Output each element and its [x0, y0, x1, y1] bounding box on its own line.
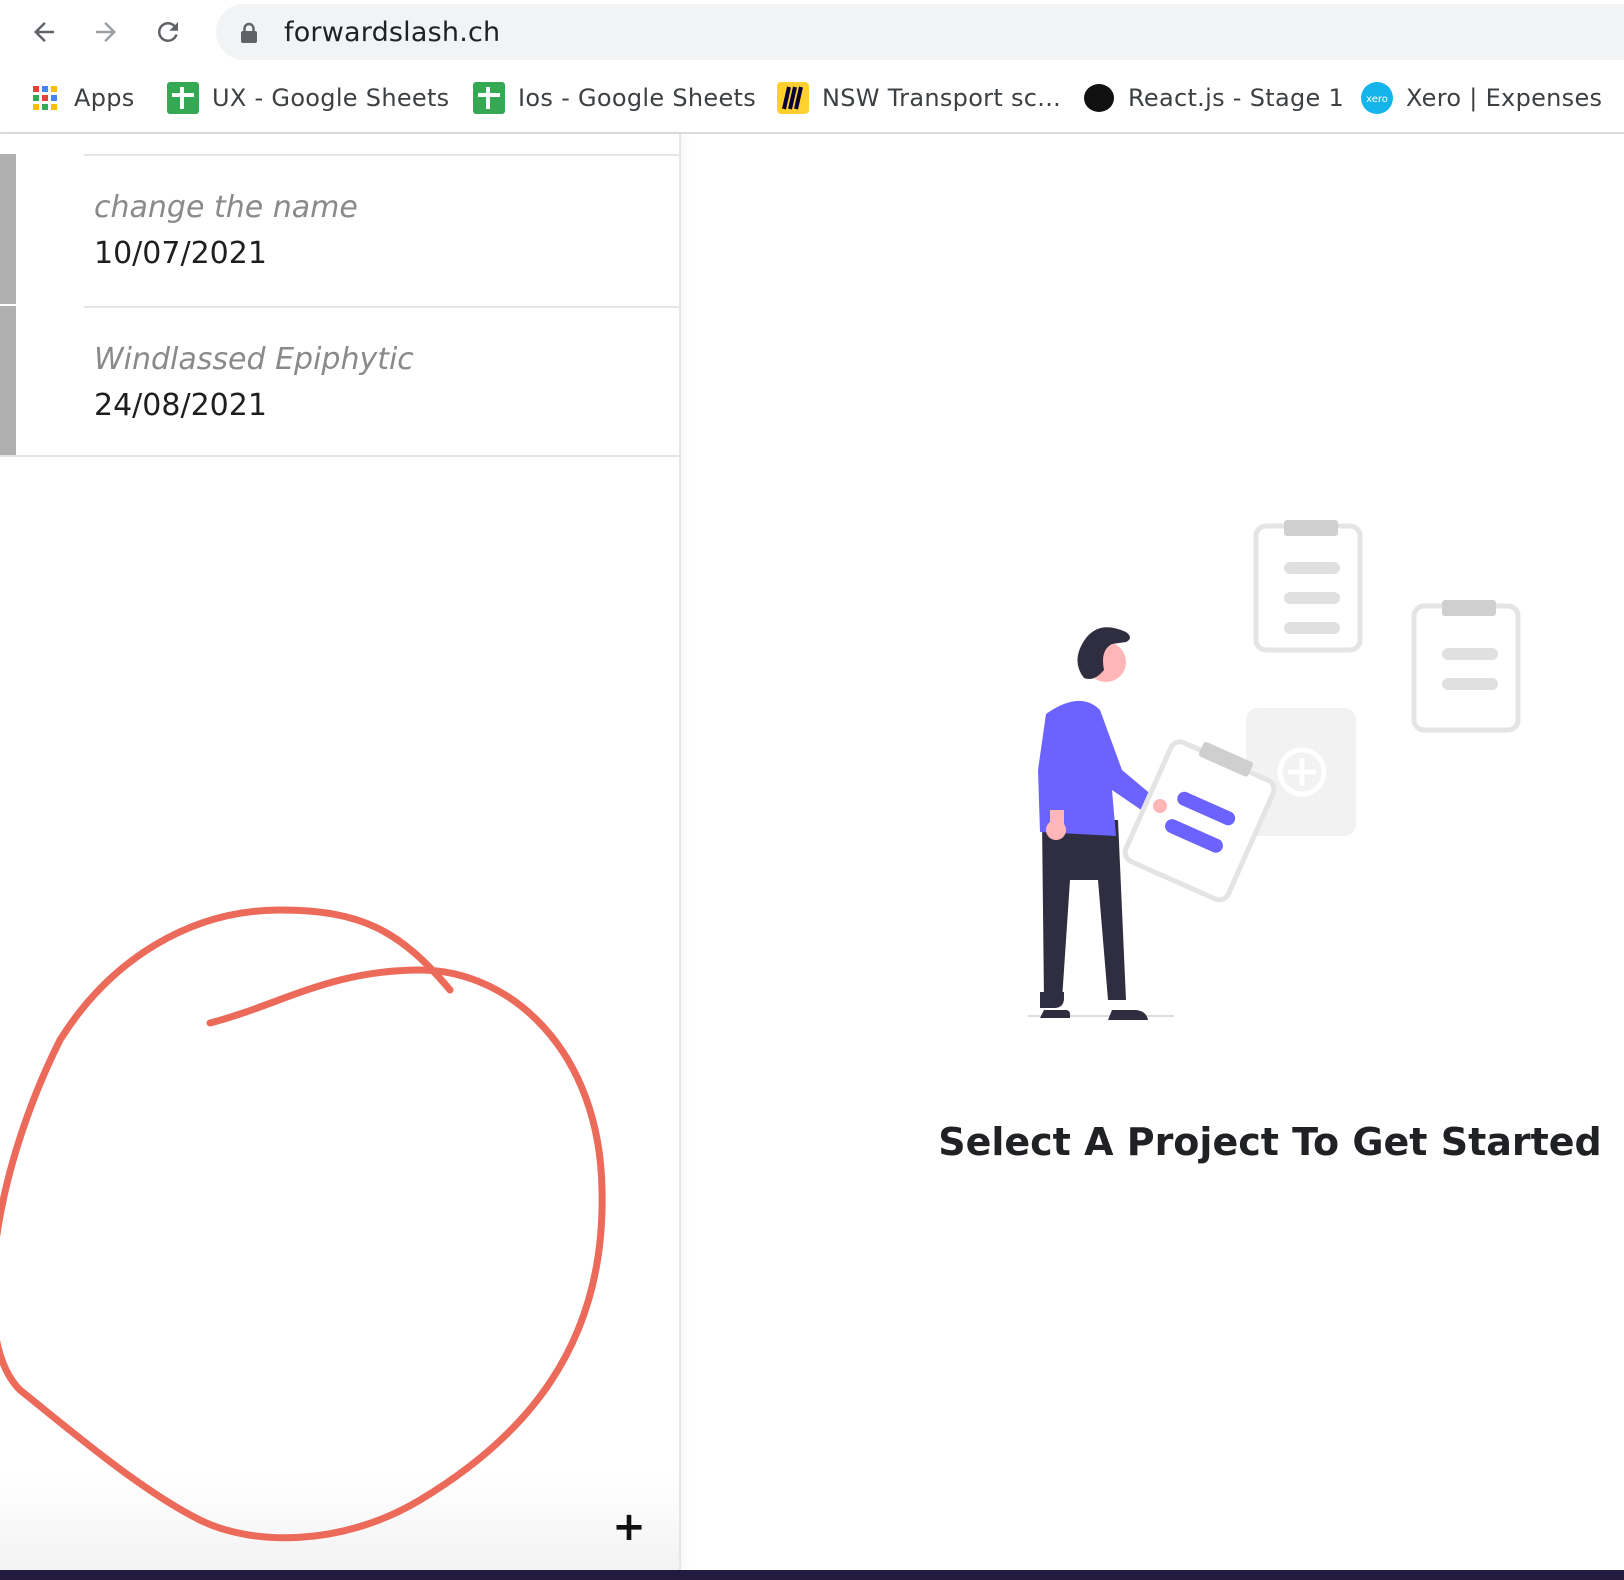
- google-sheets-icon: [472, 81, 506, 115]
- project-name: change the name: [94, 190, 358, 225]
- bookmark-label: UX - Google Sheets: [212, 84, 450, 112]
- bookmark-ux-google-sheets[interactable]: UX - Google Sheets: [166, 78, 449, 118]
- back-button[interactable]: [26, 14, 62, 50]
- project-list-panel: change the name 10/07/2021 Windlassed Ep…: [0, 134, 681, 1570]
- empty-state-title: Select A Project To Get Started: [938, 1120, 1602, 1164]
- project-item-indicator: [0, 306, 16, 456]
- url-text: forwardslash.ch: [284, 17, 501, 48]
- black-circle-icon: [1082, 81, 1116, 115]
- browser-toolbar: forwardslash.ch: [0, 0, 1624, 64]
- project-date: 10/07/2021: [94, 236, 267, 271]
- bookmark-apps[interactable]: Apps: [28, 78, 135, 118]
- bookmark-label: Apps: [74, 84, 135, 112]
- bookmark-label: NSW Transport sc...: [822, 84, 1062, 112]
- add-project-button[interactable]: +: [604, 1502, 654, 1552]
- bookmark-label: Ios - Google Sheets: [518, 84, 757, 112]
- dock-edge: [0, 1570, 1624, 1580]
- bookmark-label: Xero | Expenses: [1406, 84, 1603, 112]
- lock-icon: [241, 22, 257, 43]
- divider: [0, 455, 679, 457]
- bookmark-xero-expenses[interactable]: xero Xero | Expenses: [1360, 78, 1602, 118]
- xero-icon: xero: [1360, 81, 1394, 115]
- reload-icon: [157, 21, 178, 42]
- empty-state-illustration: [1028, 520, 1521, 1020]
- bookmarks-bar: Apps UX - Google Sheets Ios - Google She…: [0, 64, 1624, 134]
- project-list-item[interactable]: change the name 10/07/2021: [0, 154, 679, 304]
- miro-icon: [776, 81, 810, 115]
- project-name: Windlassed Epiphytic: [94, 342, 414, 377]
- clipboard-icon: [1411, 600, 1521, 733]
- reload-button[interactable]: [150, 14, 186, 50]
- google-sheets-icon: [166, 81, 200, 115]
- address-bar[interactable]: forwardslash.ch: [216, 4, 1624, 60]
- bottom-fade: [0, 1474, 679, 1570]
- bookmark-label: React.js - Stage 1: [1128, 84, 1345, 112]
- divider: [84, 306, 679, 308]
- project-item-indicator: [0, 154, 16, 304]
- apps-grid-icon: [28, 81, 62, 115]
- project-date: 24/08/2021: [94, 388, 267, 423]
- bookmark-ios-google-sheets[interactable]: Ios - Google Sheets: [472, 78, 756, 118]
- svg-text:xero: xero: [1366, 94, 1388, 105]
- back-arrow-icon: [34, 22, 54, 42]
- forward-arrow-icon: [96, 22, 116, 42]
- bookmark-reactjs[interactable]: React.js - Stage 1: [1082, 78, 1344, 118]
- divider: [84, 154, 679, 156]
- project-list-item[interactable]: Windlassed Epiphytic 24/08/2021: [0, 306, 679, 456]
- forward-button[interactable]: [88, 14, 124, 50]
- bookmark-nsw-transport[interactable]: NSW Transport sc...: [776, 78, 1061, 118]
- clipboard-icon: [1253, 520, 1363, 653]
